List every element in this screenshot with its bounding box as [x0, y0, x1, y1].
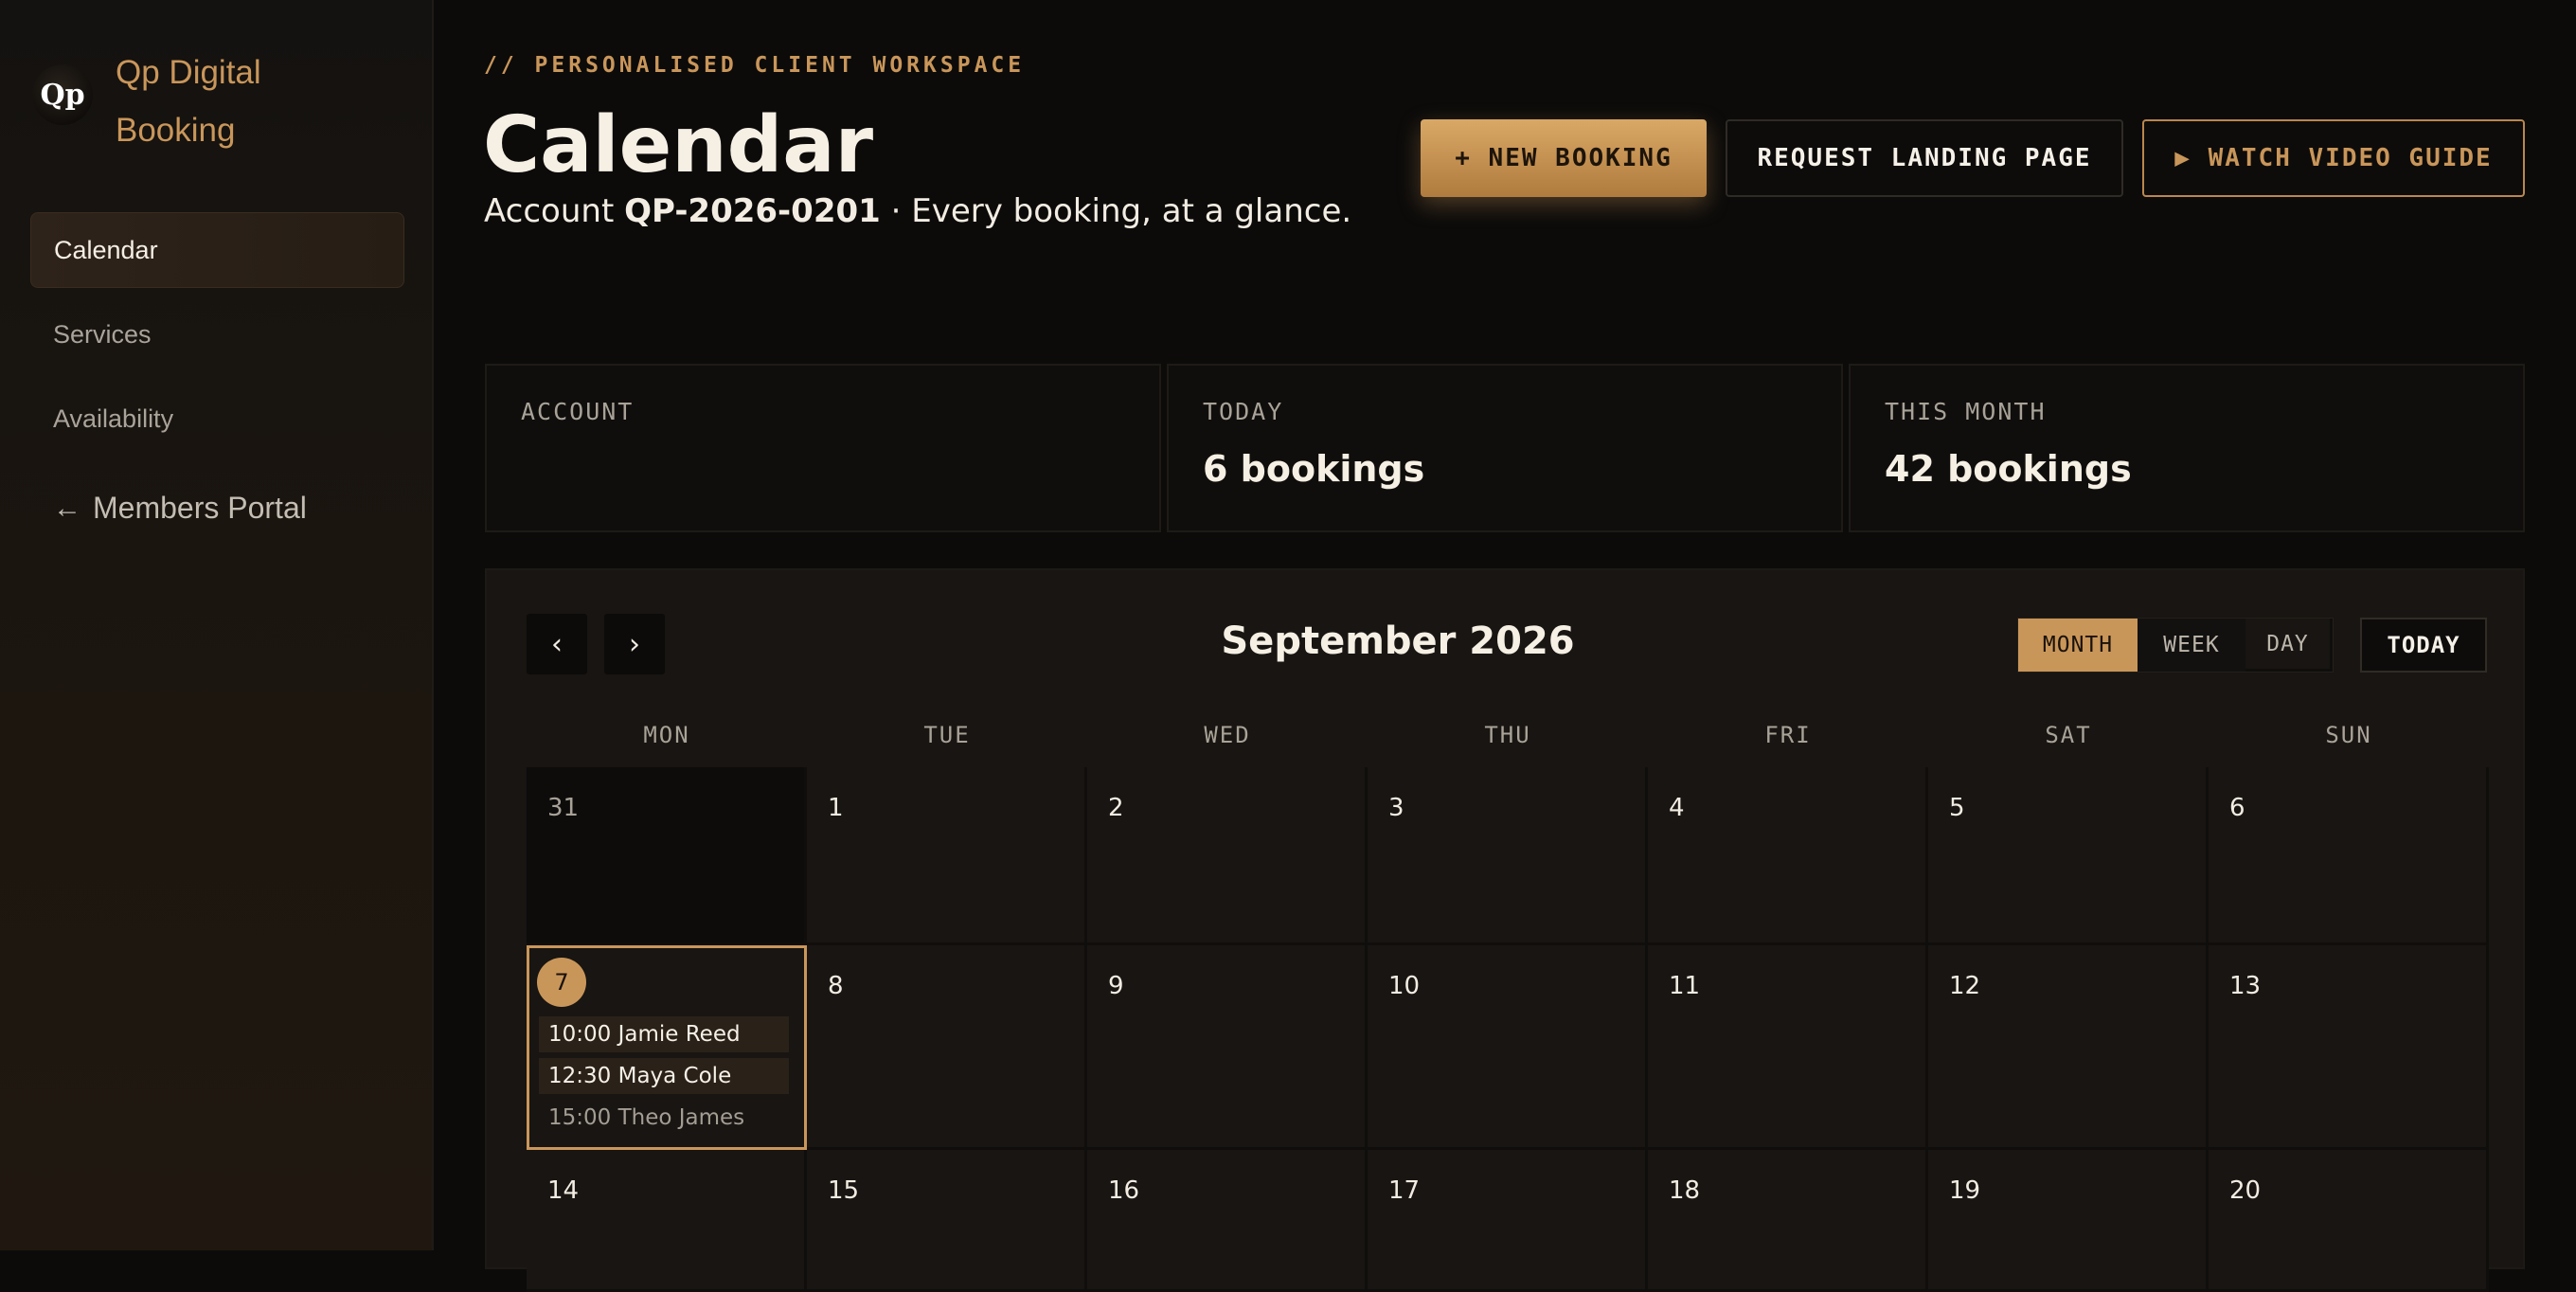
- day-cell[interactable]: 2: [1087, 767, 1368, 945]
- page-title: Calendar: [483, 100, 874, 190]
- month-grid: 31 1 2 3 4 5 6 7 10:00 Jamie Reed 12:30 …: [527, 767, 2489, 1292]
- calendar-panel: ‹ › September 2026 MONTH WEEK DAY TODAY …: [485, 568, 2525, 1292]
- day-number: 10: [1388, 972, 1421, 1000]
- view-month-button[interactable]: MONTH: [2018, 619, 2138, 672]
- stat-value: 6 bookings: [1203, 448, 1425, 490]
- stat-label: THIS MONTH: [1885, 398, 2047, 425]
- day-cell[interactable]: 11: [1648, 945, 1928, 1150]
- day-cell[interactable]: 10: [1368, 945, 1648, 1150]
- day-number: 13: [2229, 972, 2262, 1000]
- weekday-label: WED: [1204, 722, 1251, 748]
- sidebar-nav: Calendar Services Availability: [30, 212, 404, 465]
- day-cell[interactable]: 19: [1928, 1150, 2209, 1292]
- sidebar-item-calendar[interactable]: Calendar: [30, 212, 404, 288]
- page-eyebrow: // PERSONALISED CLIENT WORKSPACE: [484, 53, 1026, 78]
- view-day-button[interactable]: DAY: [2245, 619, 2333, 672]
- day-number: 8: [828, 972, 844, 1000]
- day-cell[interactable]: 13: [2209, 945, 2489, 1150]
- weekday-label: TUE: [923, 722, 971, 748]
- week-row: 14 15 16 17 18 19 20: [527, 1150, 2489, 1292]
- day-number: 15: [828, 1176, 860, 1205]
- day-number: 4: [1669, 794, 1685, 822]
- day-number: 1: [828, 794, 844, 822]
- brand[interactable]: Qp Qp Digital Booking: [32, 44, 314, 159]
- day-cell[interactable]: 17: [1368, 1150, 1648, 1292]
- watch-video-guide-button[interactable]: ▶ WATCH VIDEO GUIDE: [2142, 119, 2525, 197]
- view-week-button[interactable]: WEEK: [2138, 619, 2245, 672]
- day-number: 17: [1388, 1176, 1421, 1205]
- stat-label: TODAY: [1203, 398, 1284, 425]
- day-number: 2: [1108, 794, 1124, 822]
- account-id: QP-2026-0201: [624, 192, 881, 230]
- weekday-label: THU: [1484, 722, 1531, 748]
- view-switch: MONTH WEEK DAY: [2017, 618, 2334, 673]
- day-cell[interactable]: 3: [1368, 767, 1648, 945]
- booking-event[interactable]: 12:30 Maya Cole: [539, 1058, 789, 1094]
- day-cell[interactable]: 16: [1087, 1150, 1368, 1292]
- today-button[interactable]: TODAY: [2360, 618, 2487, 673]
- sidebar-item-services[interactable]: Services: [30, 296, 404, 372]
- day-number: 5: [1949, 794, 1965, 822]
- day-cell[interactable]: 15: [807, 1150, 1087, 1292]
- stat-value: 42 bookings: [1885, 448, 2132, 490]
- day-number: 16: [1108, 1176, 1140, 1205]
- stats-row: ACCOUNT TODAY 6 bookings THIS MONTH 42 b…: [485, 364, 2525, 532]
- day-cell[interactable]: 1: [807, 767, 1087, 945]
- arrow-left-icon: ←: [53, 492, 81, 524]
- stat-this-month: THIS MONTH 42 bookings: [1849, 364, 2525, 532]
- week-row: 31 1 2 3 4 5 6: [527, 767, 2489, 945]
- members-portal-link[interactable]: ← Members Portal: [53, 491, 307, 526]
- day-cell[interactable]: 9: [1087, 945, 1368, 1150]
- day-cell[interactable]: 31: [527, 767, 807, 945]
- day-number: 18: [1669, 1176, 1701, 1205]
- month-title: September 2026: [1221, 619, 1575, 663]
- day-number: 31: [547, 794, 580, 822]
- page-subtitle: Account QP-2026-0201 · Every booking, at…: [484, 192, 1351, 230]
- day-number: 12: [1949, 972, 1981, 1000]
- sidebar-item-availability[interactable]: Availability: [30, 381, 404, 457]
- day-cell[interactable]: 12: [1928, 945, 2209, 1150]
- day-number: 11: [1669, 972, 1701, 1000]
- day-number: 19: [1949, 1176, 1981, 1205]
- stat-account: ACCOUNT: [485, 364, 1161, 532]
- weekday-label: FRI: [1764, 722, 1812, 748]
- sidebar: Qp Qp Digital Booking Calendar Services …: [0, 0, 434, 1250]
- weekday-header: MON TUE WED THU FRI SAT SUN: [527, 722, 2489, 748]
- week-row: 7 10:00 Jamie Reed 12:30 Maya Cole 15:00…: [527, 945, 2489, 1150]
- booking-event[interactable]: 15:00 Theo James: [539, 1100, 789, 1136]
- day-cell-today[interactable]: 7 10:00 Jamie Reed 12:30 Maya Cole 15:00…: [527, 945, 807, 1150]
- today-day-number: 7: [537, 958, 586, 1007]
- day-cell[interactable]: 8: [807, 945, 1087, 1150]
- stat-today: TODAY 6 bookings: [1167, 364, 1843, 532]
- day-cell[interactable]: 4: [1648, 767, 1928, 945]
- weekday-label: SUN: [2325, 722, 2372, 748]
- brand-logo: Qp: [32, 64, 93, 125]
- day-number: 9: [1108, 972, 1124, 1000]
- day-cell[interactable]: 14: [527, 1150, 807, 1292]
- stat-label: ACCOUNT: [521, 398, 635, 425]
- day-number: 3: [1388, 794, 1404, 822]
- members-portal-label: Members Portal: [93, 491, 307, 525]
- day-number: 14: [547, 1176, 580, 1205]
- day-cell[interactable]: 5: [1928, 767, 2209, 945]
- new-booking-button[interactable]: + NEW BOOKING: [1421, 119, 1707, 197]
- subtitle-suffix: · Every booking, at a glance.: [880, 192, 1352, 230]
- day-number: 6: [2229, 794, 2245, 822]
- day-cell[interactable]: 6: [2209, 767, 2489, 945]
- booking-event[interactable]: 10:00 Jamie Reed: [539, 1016, 789, 1052]
- day-number: 20: [2229, 1176, 2262, 1205]
- brand-name: Qp Digital Booking: [116, 54, 261, 149]
- main-content: // PERSONALISED CLIENT WORKSPACE Calenda…: [434, 0, 2576, 1292]
- request-landing-page-button[interactable]: REQUEST LANDING PAGE: [1726, 119, 2123, 197]
- subtitle-prefix: Account: [484, 192, 625, 230]
- weekday-label: MON: [643, 722, 690, 748]
- day-cell[interactable]: 18: [1648, 1150, 1928, 1292]
- weekday-label: SAT: [2045, 722, 2092, 748]
- day-cell[interactable]: 20: [2209, 1150, 2489, 1292]
